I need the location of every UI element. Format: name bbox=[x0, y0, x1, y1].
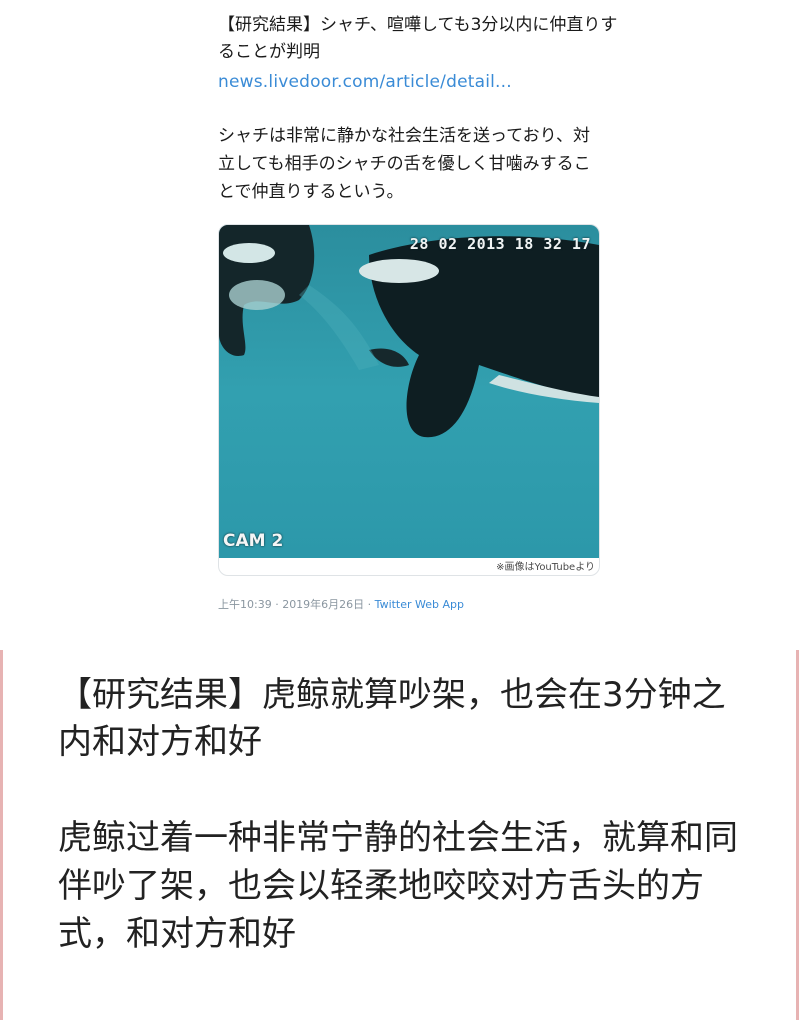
tweet-source-link[interactable]: Twitter Web App bbox=[375, 598, 464, 611]
caption-title: 【研究结果】虎鲸就算吵架，也会在3分钟之内和对方和好 bbox=[58, 675, 726, 762]
tweet-body-text: シャチは非常に静かな社会生活を送っており、対立しても相手のシャチの舌を優しく甘噛… bbox=[218, 126, 591, 202]
tweet-screenshot: 【研究結果】シャチ、喧嘩しても3分以内に仲直りすることが判明 news.live… bbox=[0, 0, 799, 650]
tweet-timestamp: 上午10:39 · 2019年6月26日 · bbox=[218, 598, 375, 611]
image-credit: ※画像はYouTubeより bbox=[496, 562, 595, 573]
tweet-media-card[interactable]: 28 02 2013 18 32 17 CAM 2 ※画像はYouTubeより bbox=[218, 224, 600, 576]
tweet-metadata: 上午10:39 · 2019年6月26日 · Twitter Web App bbox=[218, 596, 464, 612]
camera-label: CAM 2 bbox=[223, 531, 284, 551]
tweet-headline: 【研究結果】シャチ、喧嘩しても3分以内に仲直りすることが判明 bbox=[218, 15, 618, 62]
caption-body: 虎鲸过着一种非常宁静的社会生活，就算和同伴吵了架，也会以轻柔地咬咬对方舌头的方式… bbox=[58, 818, 738, 954]
camera-timestamp: 28 02 2013 18 32 17 bbox=[409, 235, 591, 253]
orca-underwater-photo: 28 02 2013 18 32 17 CAM 2 bbox=[219, 225, 599, 558]
tweet-article-link[interactable]: news.livedoor.com/article/detail... bbox=[218, 72, 512, 92]
